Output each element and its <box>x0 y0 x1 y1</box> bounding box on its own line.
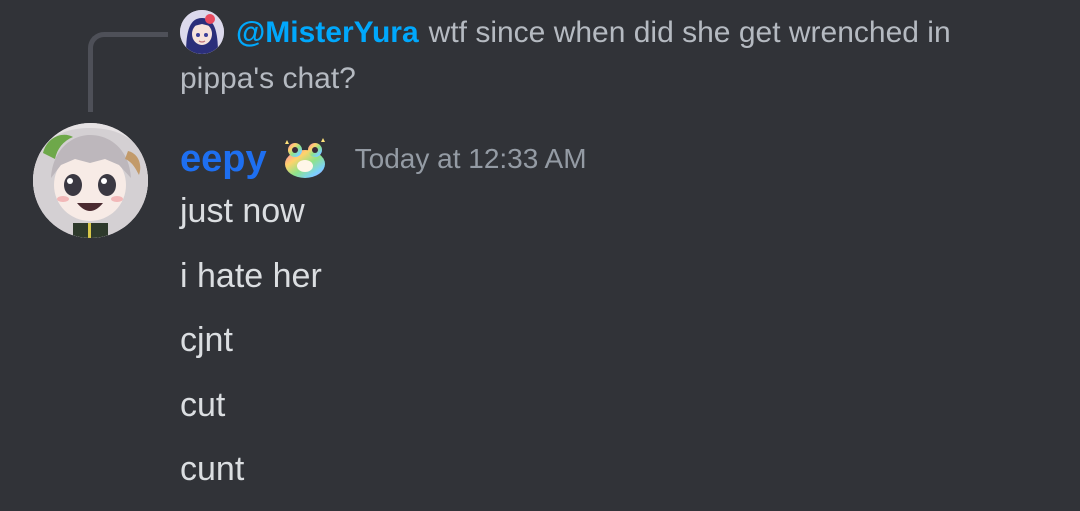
reply-preview[interactable]: @MisterYura wtf since when did she get wr… <box>180 10 1040 102</box>
message-text: cjnt <box>180 321 233 359</box>
message-text: i hate her <box>180 256 322 295</box>
message-header: eepy Today at 12:33 AM <box>180 134 587 184</box>
username[interactable]: eepy <box>180 134 267 184</box>
reply-spine <box>88 32 168 112</box>
message-text: cut <box>180 385 226 424</box>
avatar-image <box>33 123 148 238</box>
reply-mention[interactable]: @MisterYura <box>236 16 419 49</box>
message-text: just now <box>180 192 305 230</box>
message-list: just now i hate her cjnt cut cunt <box>180 186 1040 509</box>
message-text: cunt <box>180 450 245 488</box>
rainbow-frog-icon <box>284 138 325 178</box>
timestamp: Today at 12:33 AM <box>354 143 587 174</box>
chat-message-group: @MisterYura wtf since when did she get wr… <box>0 0 1080 511</box>
avatar[interactable] <box>33 123 148 238</box>
